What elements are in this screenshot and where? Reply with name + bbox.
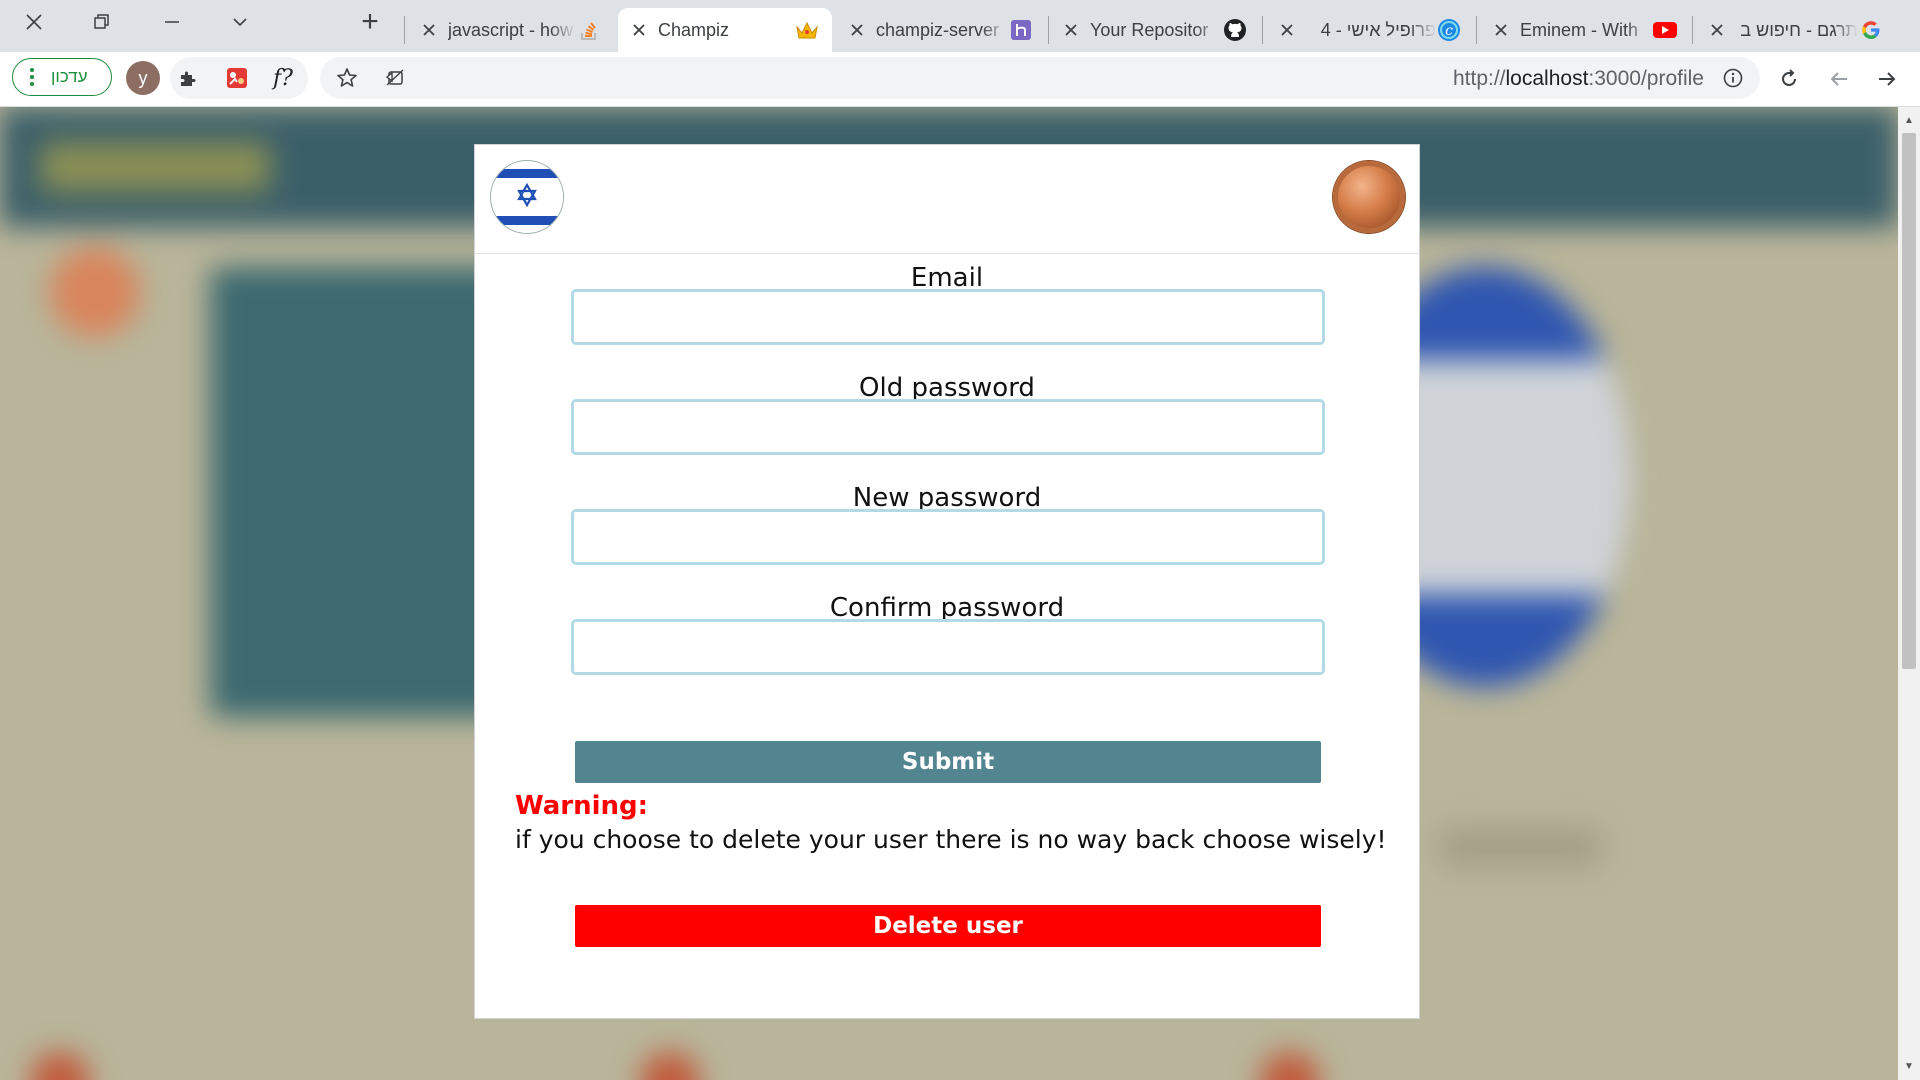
heroku-icon — [1008, 17, 1034, 43]
scroll-down-icon[interactable]: ▼ — [1902, 1059, 1916, 1073]
page-viewport: Email Old password New password Confirm … — [0, 107, 1898, 1080]
new-password-field[interactable] — [571, 509, 1325, 565]
confirm-password-field[interactable] — [571, 619, 1325, 675]
browser-toolbar: עדכון y f? http://localhost:3000/profile — [0, 52, 1920, 107]
tab-search-icon[interactable] — [208, 4, 272, 40]
israel-flag-icon[interactable] — [491, 161, 563, 233]
restore-icon[interactable] — [70, 4, 134, 40]
minimize-icon[interactable] — [140, 4, 204, 40]
bg-logo — [40, 142, 270, 192]
tab-google-translate[interactable]: תרגם - חיפוש ב — [1696, 8, 1896, 52]
tab-close-icon[interactable] — [848, 21, 866, 39]
warning-title: Warning: — [515, 791, 649, 821]
page-scrollbar[interactable]: ▲ ▼ — [1898, 107, 1920, 1080]
tab-close-icon[interactable] — [420, 21, 438, 39]
tab-title: Your Repositor — [1090, 19, 1209, 40]
tab-close-icon[interactable] — [1708, 21, 1726, 39]
tab-champiz[interactable]: Champiz — [618, 8, 832, 52]
c-circle-icon: c — [1436, 17, 1462, 43]
back-arrow-icon[interactable] — [1824, 64, 1854, 94]
modal-header — [475, 145, 1419, 254]
close-icon[interactable] — [2, 4, 66, 40]
tab-divider — [1262, 16, 1263, 44]
tab-divider — [404, 16, 405, 44]
tab-divider — [1692, 16, 1693, 44]
submit-button[interactable]: Submit — [575, 741, 1321, 783]
tab-divider — [1048, 16, 1049, 44]
site-info-icon[interactable] — [1718, 63, 1748, 93]
tab-title: champiz-server — [876, 19, 1000, 40]
url-scheme: http:// — [1452, 67, 1506, 90]
puzzle-extensions-icon[interactable] — [174, 63, 204, 93]
tab-strip: + javascript - how Champiz champiz-serve… — [0, 0, 1920, 52]
tab-javascript[interactable]: javascript - how — [408, 8, 614, 52]
colorful-extension-icon[interactable] — [222, 63, 252, 93]
forward-arrow-icon[interactable] — [1872, 64, 1902, 94]
profile-modal: Email Old password New password Confirm … — [474, 144, 1420, 1019]
plus-icon: + — [361, 5, 379, 38]
fx-extension-icon[interactable]: f? — [268, 63, 298, 93]
bg-avatar — [50, 247, 140, 337]
tab-close-icon[interactable] — [1492, 21, 1510, 39]
scroll-up-icon[interactable]: ▲ — [1902, 113, 1916, 127]
tab-divider — [1476, 16, 1477, 44]
more-vertical-icon — [23, 68, 41, 86]
email-field[interactable] — [571, 289, 1325, 345]
tab-close-icon[interactable] — [1278, 21, 1296, 39]
cast-share-icon[interactable] — [380, 63, 410, 93]
update-button[interactable]: עדכון — [12, 58, 112, 96]
tab-title: Champiz — [658, 19, 730, 40]
address-bar[interactable]: http://localhost:3000/profile — [320, 57, 1760, 99]
bg-dot — [640, 1052, 700, 1080]
youtube-icon — [1652, 17, 1678, 43]
tab-close-icon[interactable] — [630, 21, 648, 39]
tab-youtube[interactable]: Eminem - With — [1480, 8, 1690, 52]
delete-user-button[interactable]: Delete user — [575, 905, 1321, 947]
reload-icon[interactable] — [1774, 64, 1804, 94]
tab-close-icon[interactable] — [1062, 21, 1080, 39]
tab-title: Eminem - With — [1520, 19, 1639, 40]
crown-icon — [794, 17, 820, 43]
scroll-thumb[interactable] — [1902, 133, 1916, 669]
stackoverflow-icon — [576, 17, 602, 43]
tab-title: פרופיל אישי - 4 — [1320, 19, 1436, 40]
bg-dot — [1260, 1052, 1320, 1080]
url-host: localhost — [1505, 67, 1589, 90]
new-tab-button[interactable]: + — [338, 4, 402, 40]
bronze-coin-icon[interactable] — [1333, 161, 1405, 233]
github-icon — [1222, 17, 1248, 43]
tab-champiz-server[interactable]: champiz-server — [836, 8, 1046, 52]
update-label: עדכון — [51, 67, 88, 86]
tab-personal-profile[interactable]: פרופיל אישי - 4 c — [1266, 8, 1474, 52]
bg-dot — [30, 1052, 90, 1080]
svg-text:c: c — [1445, 23, 1453, 39]
google-icon — [1858, 17, 1884, 43]
old-password-field[interactable] — [571, 399, 1325, 455]
url-path: :3000/profile — [1588, 67, 1704, 90]
warning-text: if you choose to delete your user there … — [515, 825, 1387, 854]
tab-github[interactable]: Your Repositor — [1050, 8, 1260, 52]
url-text: http://localhost:3000/profile — [1453, 67, 1704, 91]
extensions-group: f? — [170, 57, 308, 99]
profile-avatar[interactable]: y — [126, 61, 160, 95]
tab-title: תרגם - חיפוש ב — [1740, 19, 1858, 40]
star-bookmark-icon[interactable] — [332, 63, 362, 93]
bg-button — [1440, 827, 1600, 867]
tab-title: javascript - how — [448, 19, 574, 40]
